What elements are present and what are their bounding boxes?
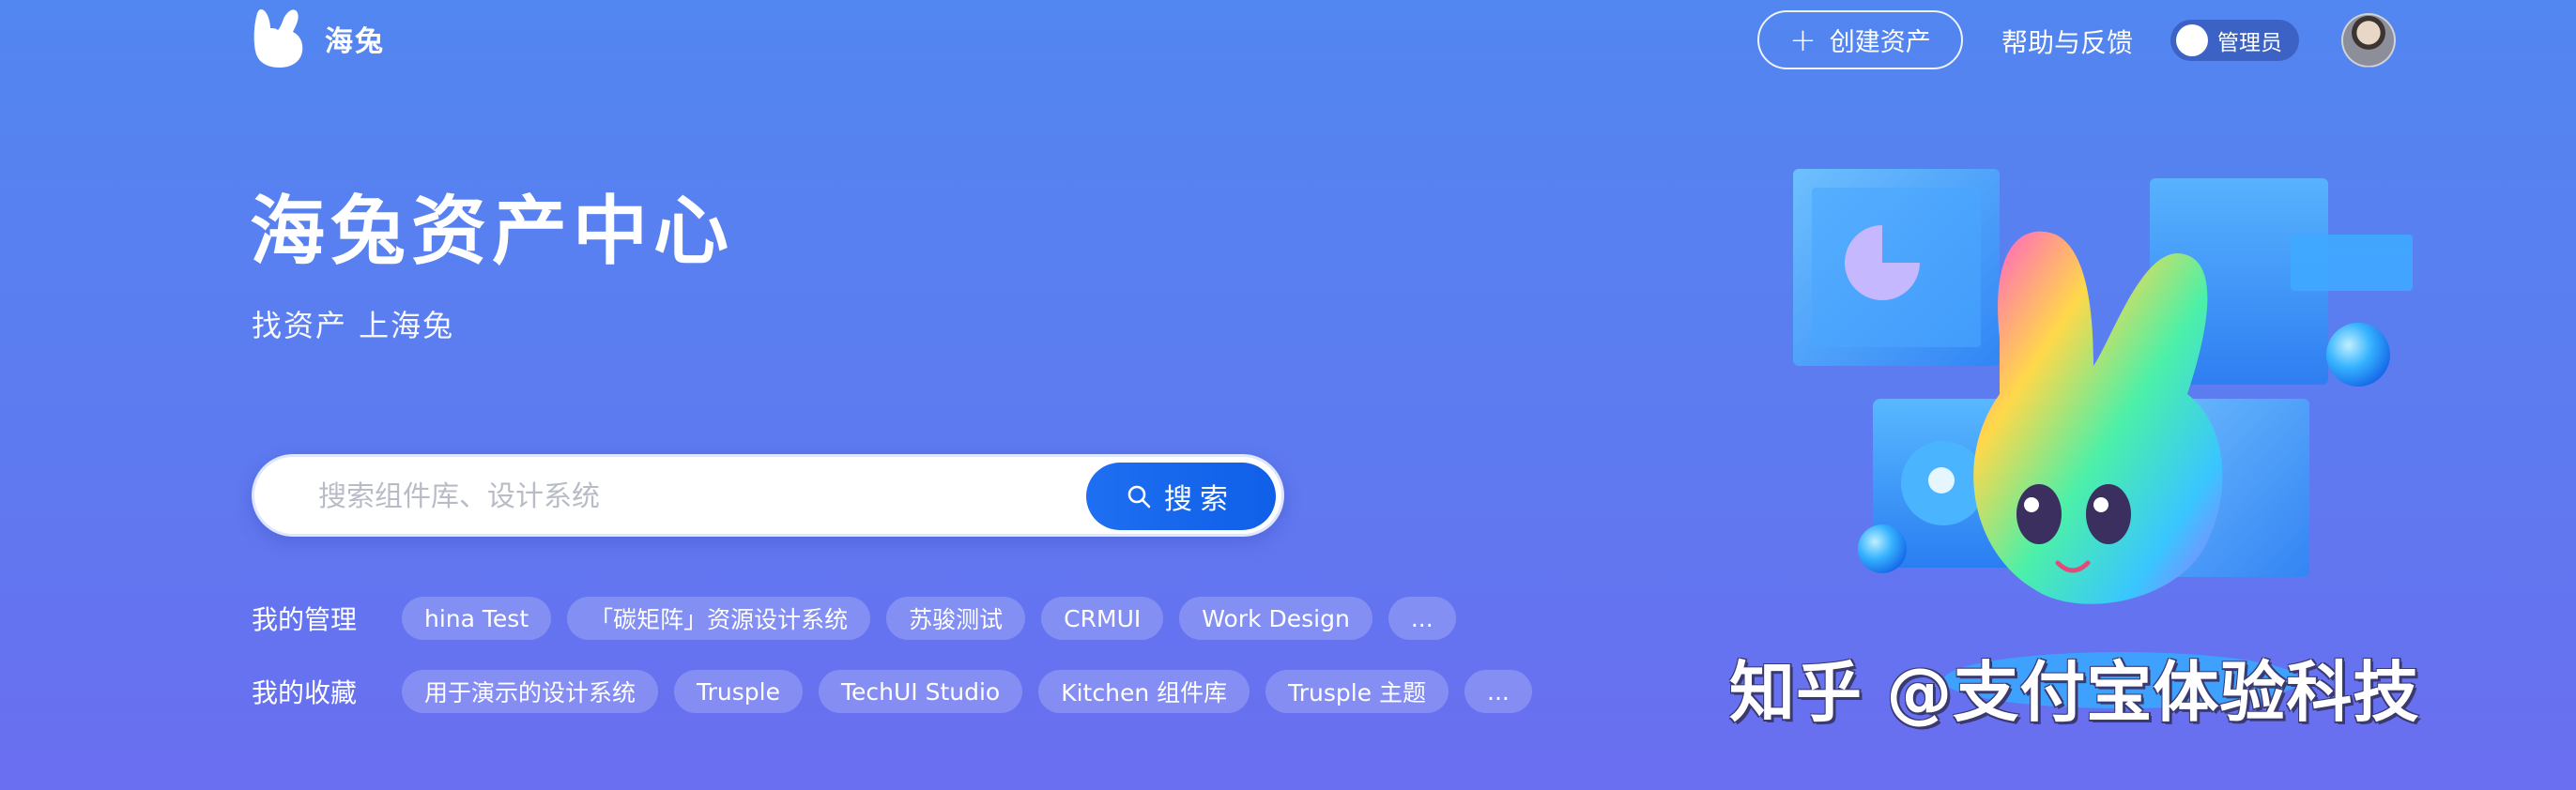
plus-icon: + <box>1789 21 1817 59</box>
watermark-text: 知乎 @支付宝体验科技 <box>1729 654 2420 731</box>
help-feedback-link[interactable]: 帮助与反馈 <box>2001 23 2133 60</box>
manage-more-tag[interactable]: ... <box>1388 597 1456 640</box>
rabbit-logo-icon <box>253 9 303 68</box>
my-favorites-label: 我的收藏 <box>252 677 358 708</box>
admin-toggle-label: 管理员 <box>2217 31 2282 55</box>
my-favorites-row: 我的收藏 用于演示的设计系统 Trusple TechUI Studio Kit… <box>252 670 1548 713</box>
search-icon <box>1127 485 1151 509</box>
manage-tag[interactable]: 「碳矩阵」资源设计系统 <box>567 597 871 640</box>
create-asset-label: 创建资产 <box>1829 28 1931 57</box>
manage-tag[interactable]: 苏骏测试 <box>886 597 1026 640</box>
toggle-knob <box>2176 24 2208 56</box>
create-asset-button[interactable]: + 创建资产 <box>1757 10 1963 69</box>
search-bar: 搜索 <box>252 454 1284 537</box>
my-manage-row: 我的管理 hina Test 「碳矩阵」资源设计系统 苏骏测试 CRMUI Wo… <box>252 597 1472 640</box>
favorite-tag[interactable]: Trusple 主题 <box>1265 670 1449 713</box>
manage-tag[interactable]: hina Test <box>402 597 552 640</box>
user-avatar[interactable] <box>2341 13 2396 68</box>
admin-mode-toggle[interactable]: 管理员 <box>2170 20 2299 61</box>
favorite-tag[interactable]: 用于演示的设计系统 <box>402 670 659 713</box>
favorite-tag[interactable]: Kitchen 组件库 <box>1038 670 1250 713</box>
favorite-tag[interactable]: TechUI Studio <box>818 670 1023 713</box>
rabbit-mascot-illustration <box>1793 169 2413 708</box>
my-manage-label: 我的管理 <box>252 604 358 635</box>
search-button-label: 搜索 <box>1164 483 1235 516</box>
manage-tag[interactable]: Work Design <box>1179 597 1372 640</box>
brand-name: 海兔 <box>325 25 385 58</box>
brand-logo[interactable]: 海兔 <box>252 8 385 69</box>
page-subtitle: 找资产 上海兔 <box>252 308 455 343</box>
search-button[interactable]: 搜索 <box>1086 463 1276 530</box>
page-title: 海兔资产中心 <box>250 188 734 275</box>
manage-tag[interactable]: CRMUI <box>1041 597 1164 640</box>
search-input[interactable] <box>318 476 1032 517</box>
favorite-tag[interactable]: Trusple <box>674 670 803 713</box>
favorite-more-tag[interactable]: ... <box>1464 670 1532 713</box>
